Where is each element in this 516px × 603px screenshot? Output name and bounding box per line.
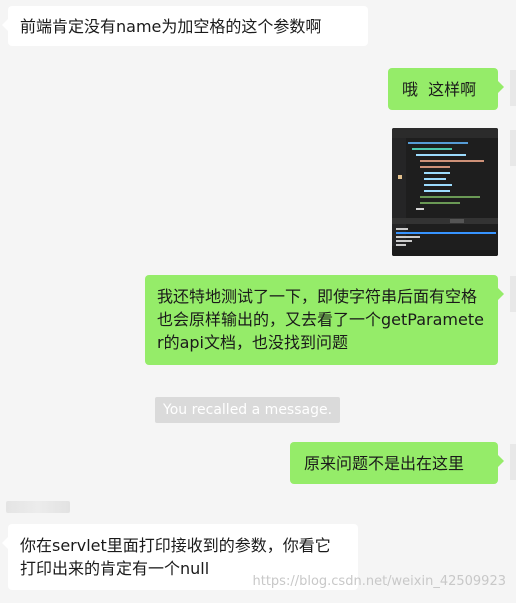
message-text: 你在servlet里面打印接收到的参数，你看它打印出来的肯定有一个null [20,536,331,578]
chat-window: 前端肯定没有name为加空格的这个参数啊 哦 这样啊 我还特地测试了一下，即使字… [0,0,516,603]
message-text: 前端肯定没有name为加空格的这个参数啊 [20,17,322,36]
image-message-code-screenshot[interactable] [392,128,498,256]
message-text: 我还特地测试了一下，即使字符串后面有空格也会原样输出的，又去看了一个getPar… [157,287,484,352]
sender-name-blurred [6,501,70,513]
message-bubble-sent[interactable]: 我还特地测试了一下，即使字符串后面有空格也会原样输出的，又去看了一个getPar… [145,275,504,365]
avatar[interactable] [510,130,516,166]
avatar[interactable] [510,70,516,106]
watermark: https://blog.csdn.net/weixin_42509923 [252,574,506,589]
message-text: 哦 这样啊 [402,80,477,99]
avatar[interactable] [510,276,516,312]
message-bubble-received[interactable]: 前端肯定没有name为加空格的这个参数啊 [2,6,368,46]
code-screenshot-thumbnail [392,128,498,256]
message-bubble-sent[interactable]: 原来问题不是出在这里 [290,442,504,484]
message-text: 原来问题不是出在这里 [304,454,465,473]
recall-notice: You recalled a message. [155,397,341,423]
avatar[interactable] [510,444,516,480]
message-bubble-sent[interactable]: 哦 这样啊 [388,68,504,110]
